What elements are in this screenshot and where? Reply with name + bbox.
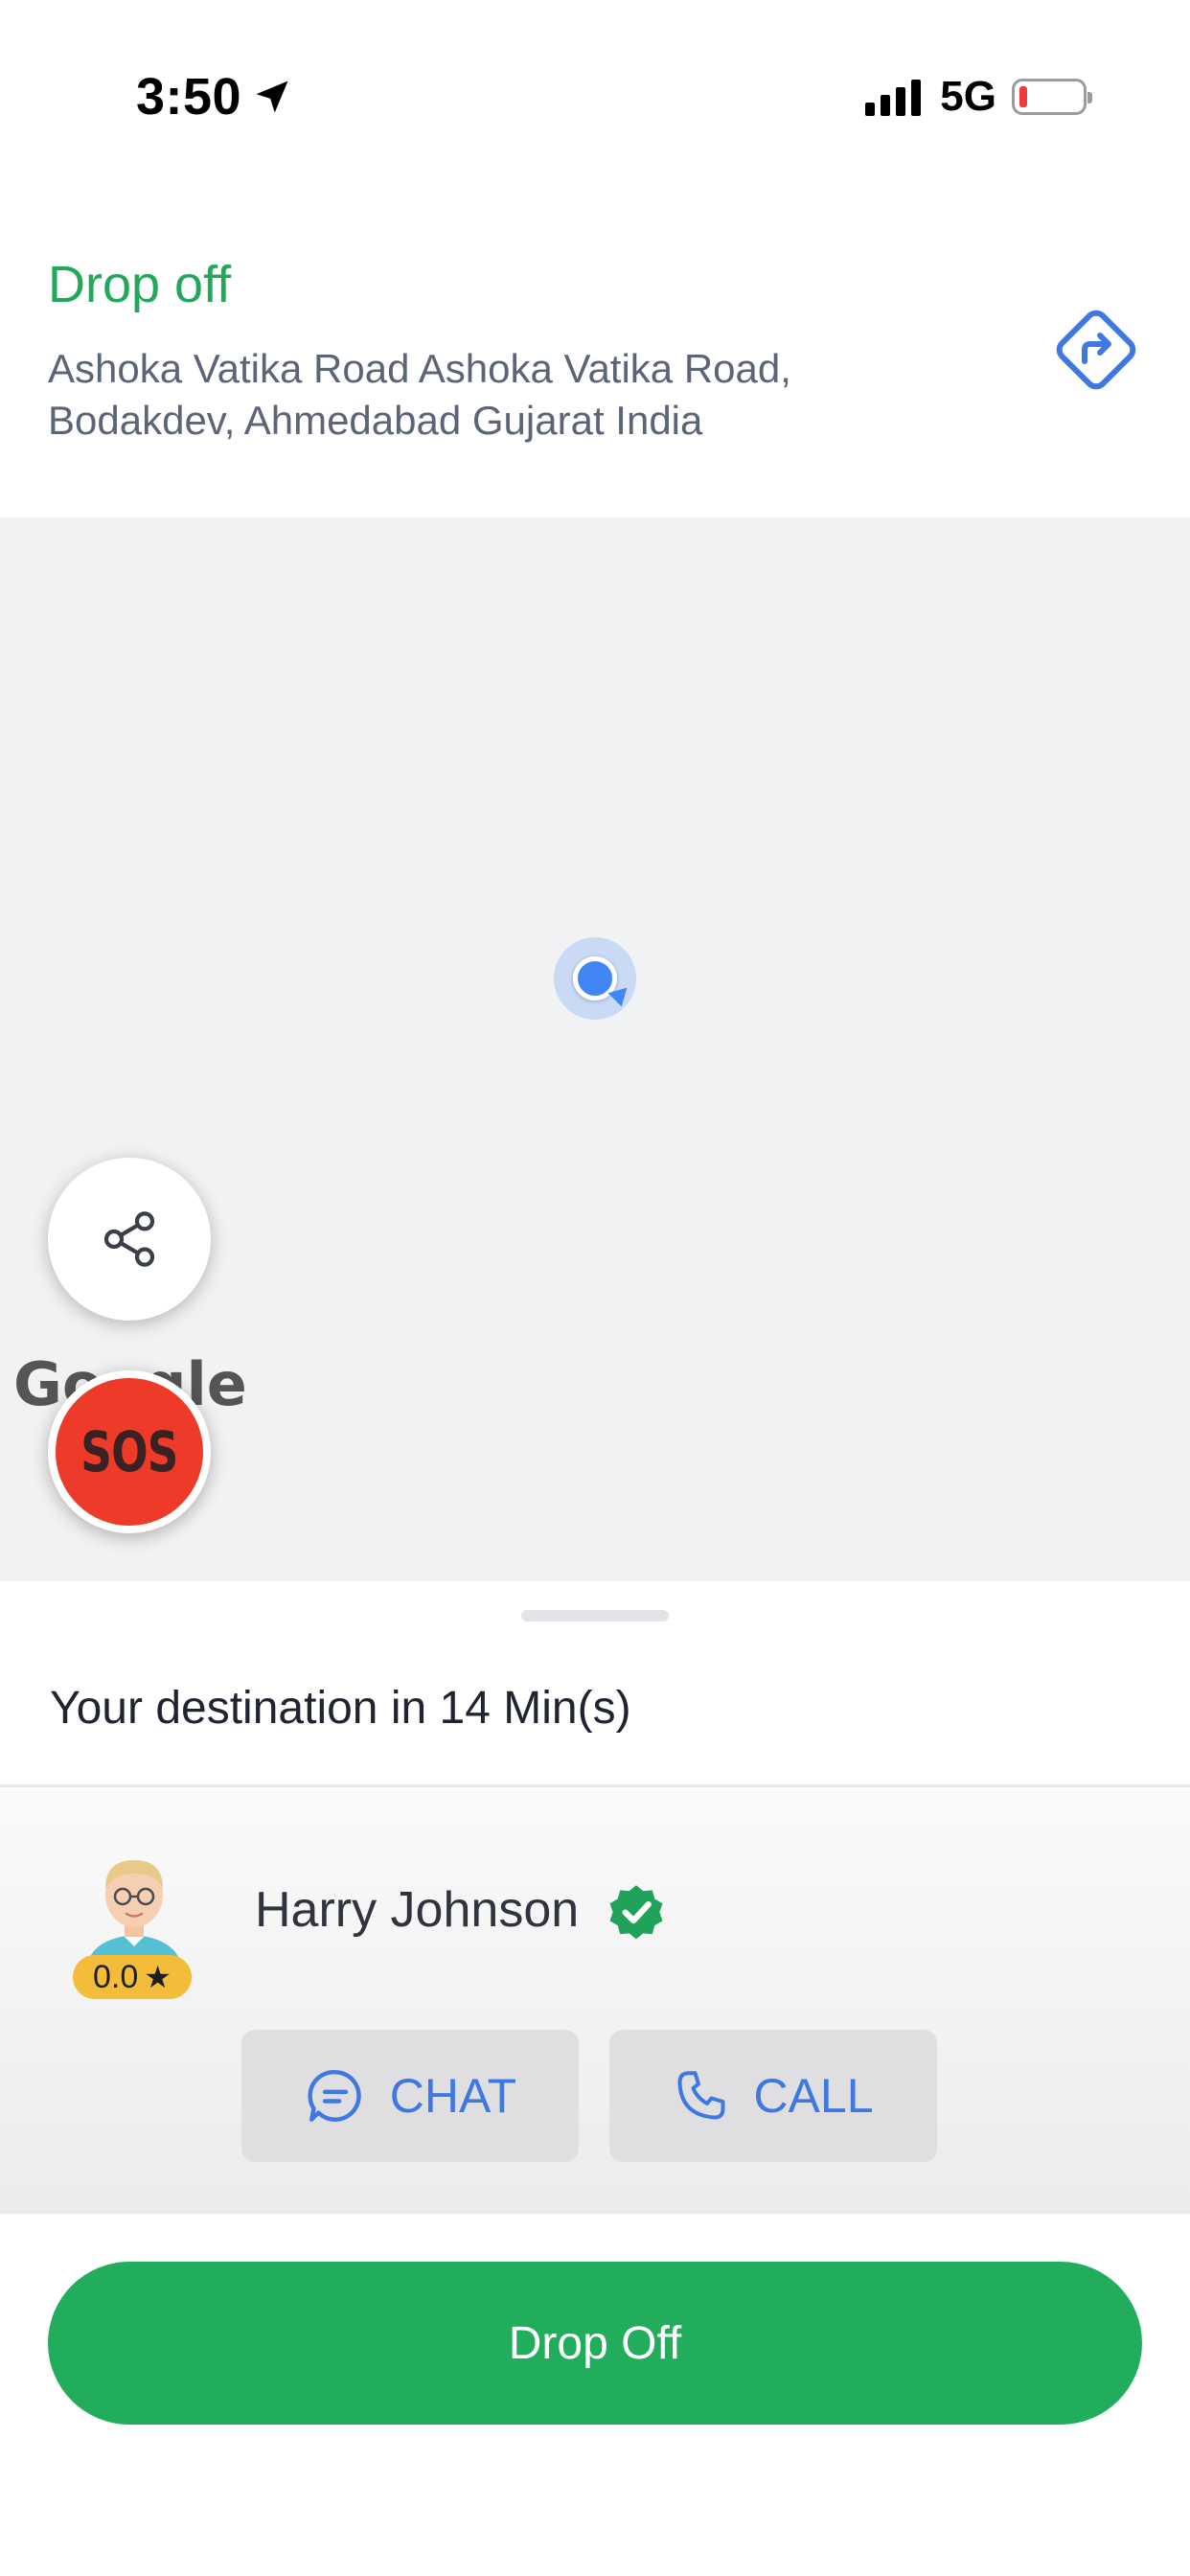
driver-rating-value: 0.0 — [93, 1958, 139, 1995]
verified-badge-icon — [609, 1885, 663, 1940]
eta-text: Your destination in 14 Min(s) — [50, 1683, 631, 1734]
driver-rating-badge: 0.0 ★ — [73, 1955, 192, 1999]
sos-button[interactable]: SOS — [48, 1370, 211, 1533]
cellular-signal-icon — [865, 78, 927, 116]
trip-bottom-sheet: Your destination in 14 Min(s) 0.0 ★ Harr… — [0, 1581, 1190, 2576]
call-button[interactable]: CALL — [609, 2030, 937, 2162]
status-time-group: 3:50 — [136, 67, 293, 126]
status-indicators: 5G — [865, 73, 1092, 121]
sos-label: SOS — [80, 1419, 178, 1484]
battery-icon — [1012, 79, 1092, 115]
star-icon: ★ — [144, 1960, 172, 1994]
share-button[interactable] — [48, 1158, 211, 1321]
status-time: 3:50 — [136, 68, 242, 126]
location-arrow-icon — [256, 80, 288, 113]
directions-icon[interactable] — [1048, 302, 1144, 398]
map-view[interactable]: Google SOS — [0, 518, 1190, 1581]
phone-icon — [677, 2071, 725, 2120]
dropoff-header: Drop off Ashoka Vatika Road Ashoka Vatik… — [0, 192, 1190, 518]
chat-icon — [308, 2070, 361, 2122]
drop-off-button[interactable]: Drop Off — [48, 2262, 1142, 2425]
driver-card: 0.0 ★ Harry Johnson CHAT CALL — [0, 1787, 1190, 2214]
chat-button[interactable]: CHAT — [241, 2030, 579, 2162]
status-bar: 3:50 5G — [0, 0, 1190, 192]
share-icon — [103, 1211, 155, 1267]
chat-label: CHAT — [389, 2069, 517, 2123]
network-type: 5G — [940, 73, 996, 120]
dropoff-title: Drop off — [48, 256, 232, 313]
driver-name: Harry Johnson — [255, 1882, 580, 1938]
current-location-marker — [554, 937, 636, 1020]
dropoff-address: Ashoka Vatika Road Ashoka Vatika Road, B… — [48, 346, 791, 443]
call-label: CALL — [753, 2069, 874, 2123]
avatar — [86, 1860, 182, 1969]
sheet-drag-handle[interactable] — [521, 1610, 669, 1622]
